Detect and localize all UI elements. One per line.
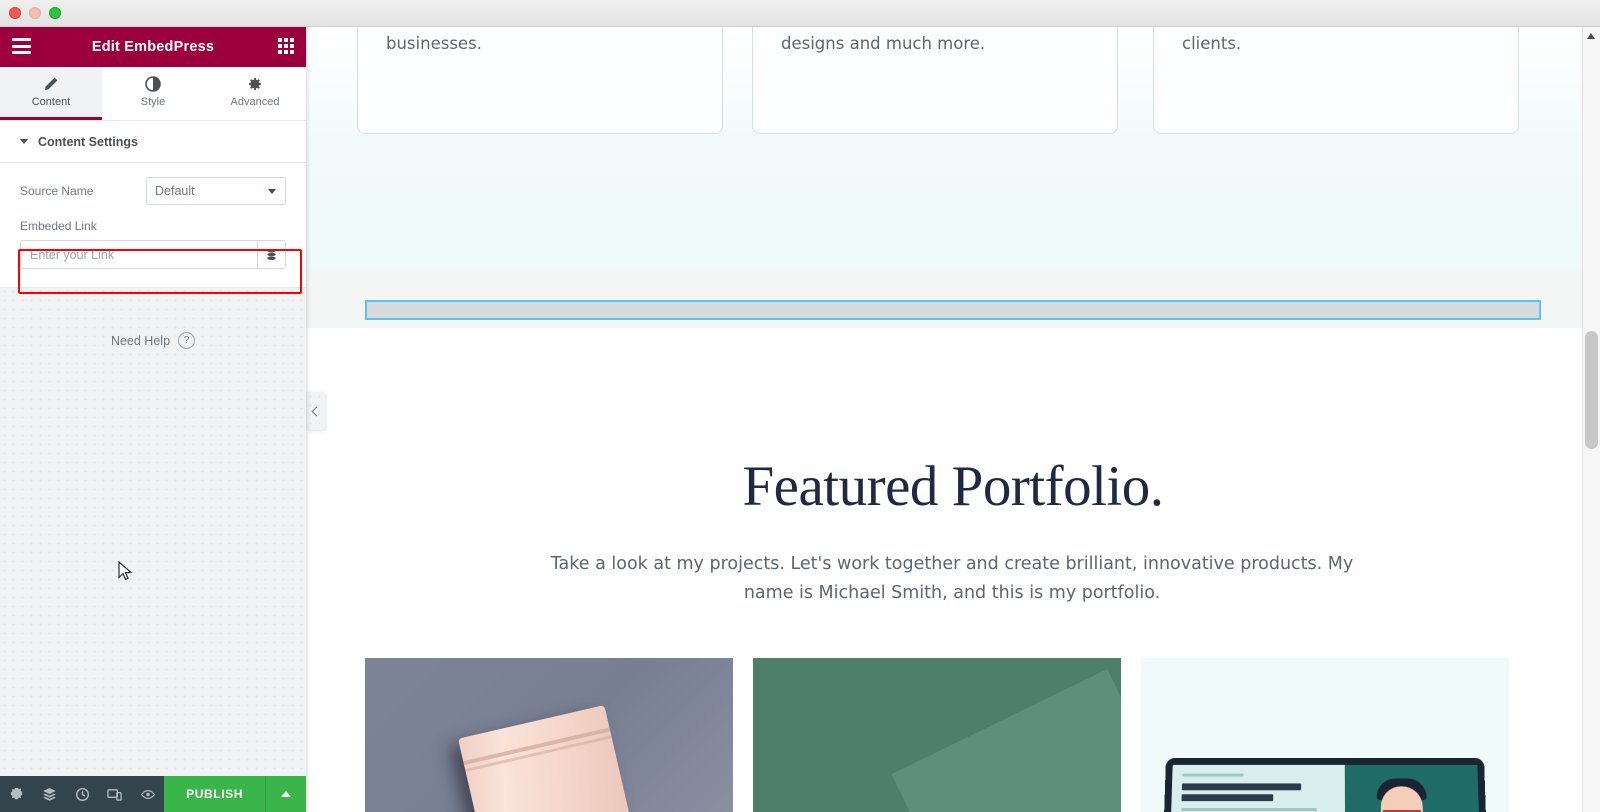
tab-content-label: Content [31, 96, 71, 108]
source-name-control: Source Name Default [20, 177, 286, 205]
chevron-down-icon [20, 139, 28, 144]
portfolio-item[interactable] [365, 658, 733, 812]
portfolio-grid [306, 658, 1600, 812]
source-name-value: Default [155, 184, 195, 198]
navigator-layers-icon-button[interactable] [33, 776, 66, 812]
zoom-window-button[interactable] [49, 7, 61, 19]
database-stack-icon-button[interactable] [257, 240, 286, 269]
database-stack-icon [267, 248, 276, 260]
pencil-icon [43, 76, 59, 92]
minimize-window-button[interactable] [29, 7, 41, 19]
publish-group[interactable]: PUBLISH [164, 776, 307, 812]
preview-eye-icon-button[interactable] [131, 776, 164, 812]
portfolio-subtext: Take a look at my projects. Let's work t… [550, 554, 1354, 603]
service-card[interactable]: I provide full digital marketing and con… [1153, 26, 1519, 134]
tab-style-label: Style [140, 96, 166, 108]
elementor-panel: Edit EmbedPress Content Style Advanced C… [0, 26, 307, 812]
portfolio-image-pouch [365, 658, 733, 812]
scroll-up-arrow-icon[interactable] [1587, 33, 1595, 39]
panel-footer: PUBLISH [0, 776, 307, 812]
gear-icon [247, 76, 263, 92]
portfolio-item[interactable] [753, 658, 1121, 812]
need-help-link[interactable]: Need Help ? [0, 332, 306, 349]
grid-icon[interactable] [278, 38, 294, 54]
services-section: I offer professional photo editing servi… [306, 26, 1600, 269]
content-settings-section-header[interactable]: Content Settings [0, 121, 306, 163]
service-card[interactable]: I can help you make better, more creativ… [752, 26, 1118, 134]
page-title: Featured Portfolio. [742, 455, 1164, 518]
tab-advanced[interactable]: Advanced [204, 67, 306, 120]
navigator-layers-icon [42, 787, 56, 801]
portfolio-image-laptop [1141, 658, 1509, 812]
panel-header: Edit EmbedPress [0, 26, 306, 67]
portfolio-section: Featured Portfolio. Take a look at my pr… [306, 328, 1600, 812]
service-card-text: I provide full digital marketing and con… [1182, 34, 1242, 53]
need-help-label: Need Help [110, 333, 171, 348]
scrollbar-thumb[interactable] [1585, 331, 1598, 449]
embedded-link-control: Embeded Link [20, 219, 286, 269]
collapse-panel-handle[interactable] [306, 392, 325, 430]
embedded-link-row [20, 240, 286, 269]
history-clock-icon-button[interactable] [66, 776, 99, 812]
source-name-label: Source Name [20, 184, 94, 198]
service-card-text: I offer professional photo editing servi… [386, 34, 482, 53]
source-name-select[interactable]: Default [146, 177, 286, 205]
preview-canvas: I offer professional photo editing servi… [306, 26, 1600, 812]
service-card-text: I can help you make better, more creativ… [781, 34, 986, 53]
chevron-left-icon [311, 406, 322, 416]
tab-style[interactable]: Style [102, 67, 204, 120]
settings-gear-icon-button[interactable] [0, 776, 33, 812]
history-clock-icon [75, 787, 89, 801]
macos-titlebar [0, 0, 1600, 27]
service-card[interactable]: I offer professional photo editing servi… [357, 26, 723, 134]
preview-eye-icon [140, 789, 155, 799]
close-window-button[interactable] [9, 7, 21, 19]
publish-button[interactable]: PUBLISH [164, 776, 266, 812]
contrast-icon [145, 76, 161, 92]
embedded-link-input[interactable] [20, 240, 257, 269]
responsive-mode-icon-button[interactable] [98, 776, 131, 812]
tab-content[interactable]: Content [0, 67, 102, 120]
selected-empty-widget[interactable] [365, 300, 1541, 320]
chevron-down-icon [268, 189, 276, 194]
portfolio-image-green [753, 658, 1121, 812]
publish-options-button[interactable] [265, 776, 307, 812]
responsive-mode-icon [107, 788, 123, 801]
content-settings-title: Content Settings [38, 134, 138, 149]
vertical-scrollbar[interactable] [1582, 26, 1600, 812]
tab-advanced-label: Advanced [230, 96, 280, 108]
content-settings-body: Source Name Default Embeded Link [0, 163, 306, 288]
caret-up-icon [281, 791, 292, 797]
hamburger-icon[interactable] [12, 38, 31, 54]
settings-gear-icon [10, 787, 23, 799]
window-controls[interactable] [9, 7, 61, 19]
embedded-link-label: Embeded Link [20, 219, 97, 233]
portfolio-item[interactable] [1141, 658, 1509, 812]
panel-title: Edit EmbedPress [91, 38, 215, 55]
question-circle-icon: ? [178, 332, 196, 349]
panel-tabs[interactable]: Content Style Advanced [0, 67, 306, 121]
